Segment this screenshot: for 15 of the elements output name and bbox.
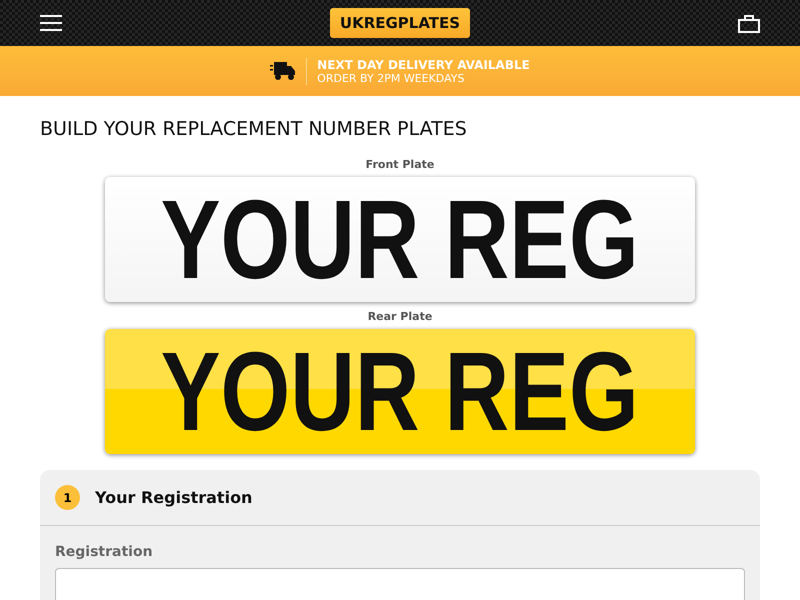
logo[interactable]: UKREGPLATES [330,8,470,38]
plate-label: Rear Plate [368,310,432,323]
plate-label: Front Plate [366,158,434,171]
truck-icon [270,60,296,82]
step-title: Your Registration [95,488,252,507]
banner-title: NEXT DAY DELIVERY AVAILABLE [317,58,530,72]
menu-icon[interactable] [40,14,62,32]
number-plate: YOUR REG [105,177,695,302]
banner-subtitle: ORDER BY 2PM WEEKDAYS [317,72,466,84]
page-title: BUILD YOUR REPLACEMENT NUMBER PLATES [40,118,467,140]
step-number: 1 [55,485,80,510]
basket-icon[interactable] [738,13,760,33]
number-plate: YOUR REG [105,329,695,454]
registration-field[interactable] [55,568,745,600]
field-label: Registration [55,544,154,560]
